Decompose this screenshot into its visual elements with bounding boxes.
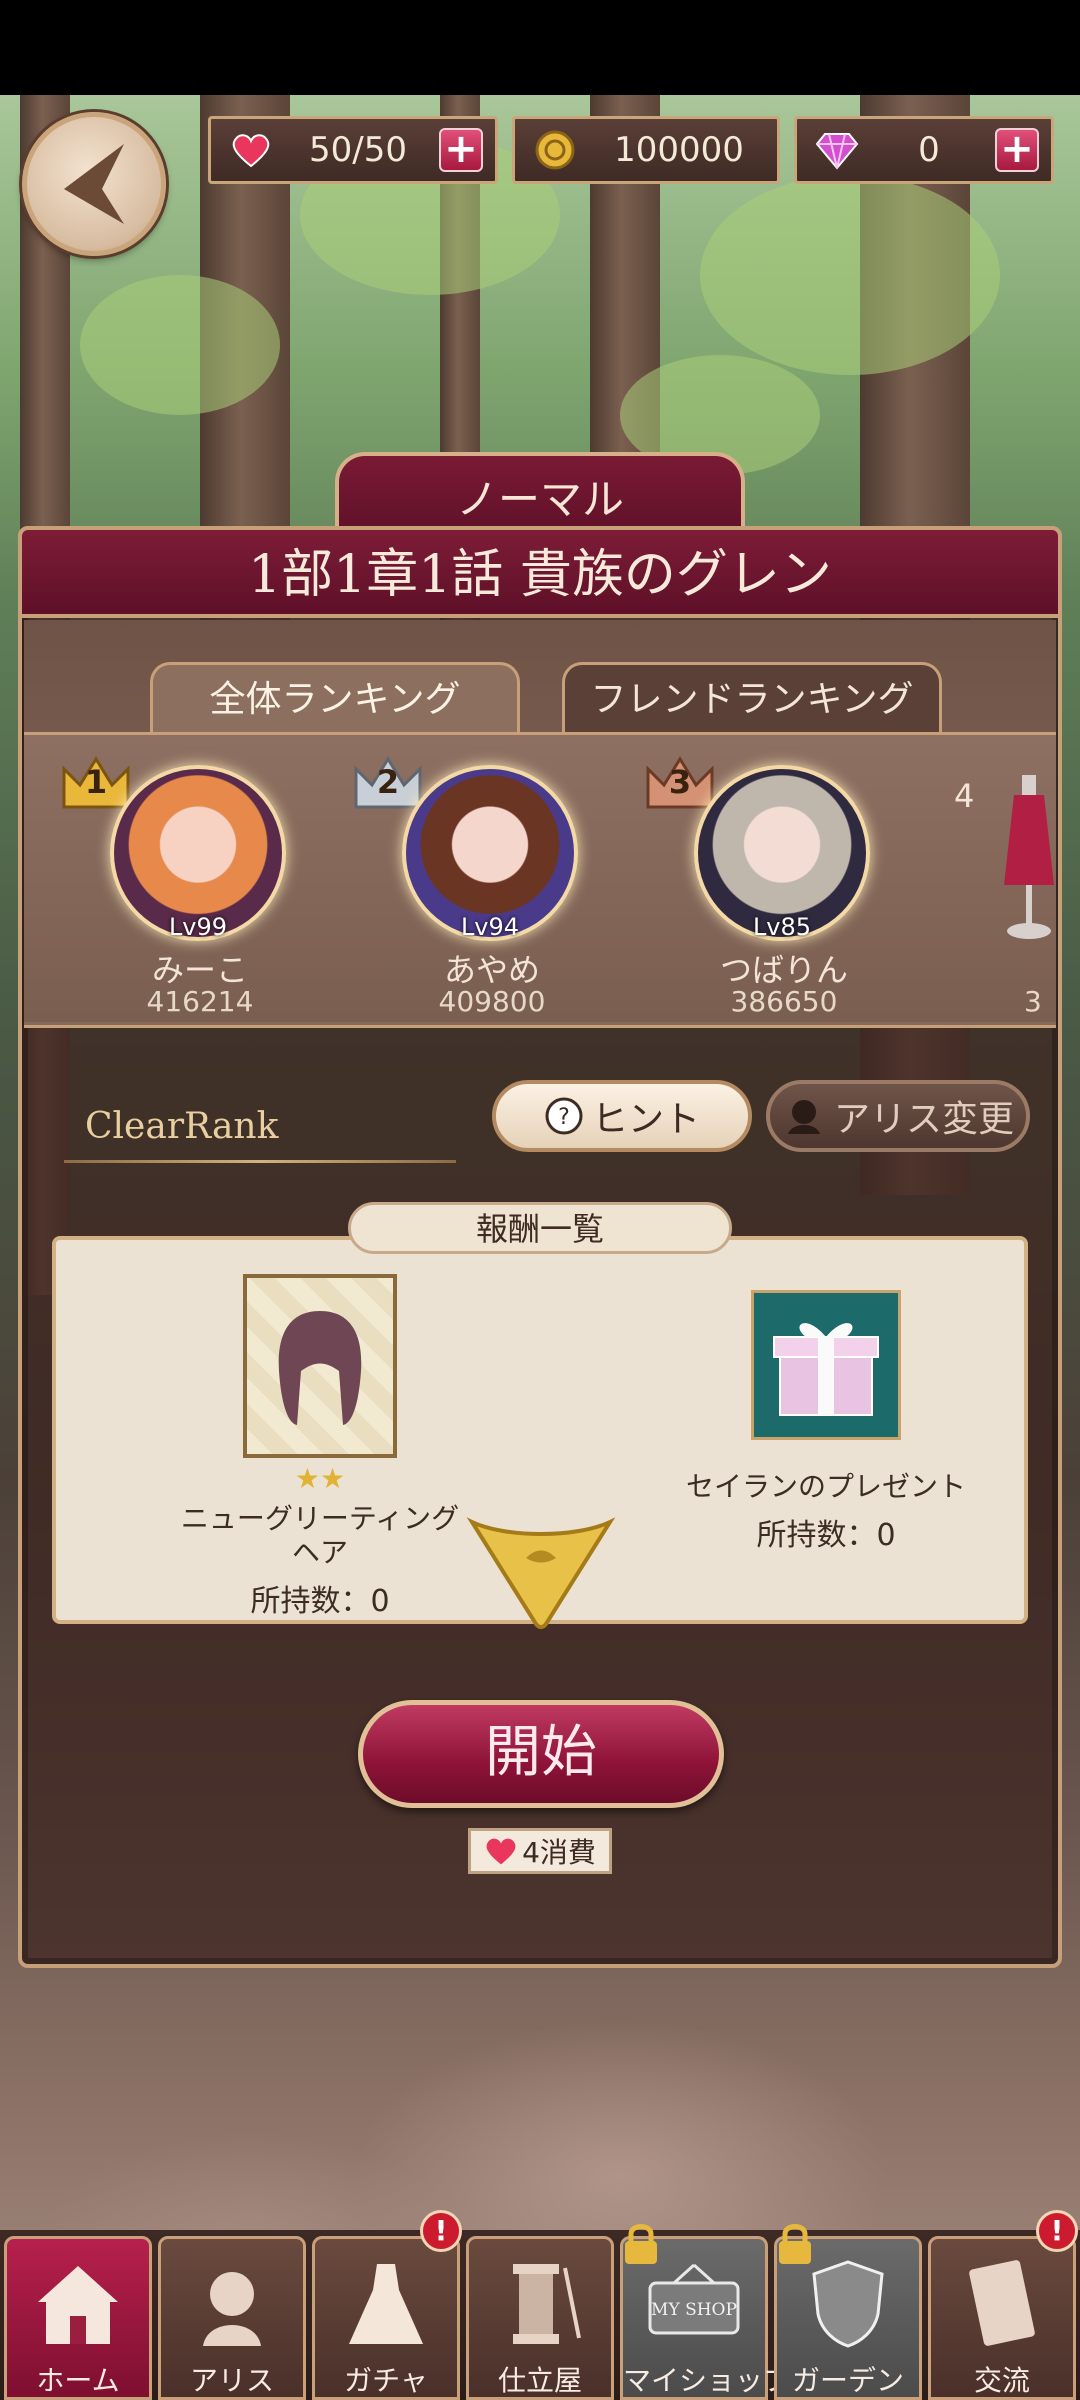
- shop-sign-icon: MY SHOP: [644, 2253, 744, 2353]
- nav-label: ホーム: [36, 2364, 120, 2397]
- hint-label: ヒント: [591, 1099, 700, 1140]
- reward-item[interactable]: セイランのプレゼント 所持数：0: [676, 1274, 976, 1554]
- nav-exchange[interactable]: 交流: [928, 2236, 1076, 2400]
- nav-label: ガチャ: [344, 2364, 428, 2397]
- nav-label: マイショップ: [623, 2364, 792, 2397]
- nav-gacha[interactable]: ガチャ: [312, 2236, 460, 2400]
- hint-button[interactable]: ? ヒント: [492, 1080, 752, 1152]
- alice-silhouette-icon: [787, 1100, 820, 1134]
- player-level: Lv99: [168, 913, 228, 941]
- ranking-entry[interactable]: 1 Lv99 みーこ 416214: [60, 735, 286, 1025]
- reward-owned-count: 所持数：0: [756, 1518, 896, 1553]
- gift-box-icon: [773, 1323, 879, 1416]
- coin-value: 100000: [614, 130, 744, 170]
- rarity-stars: ★★: [294, 1462, 346, 1495]
- gem-value: 0: [918, 130, 940, 170]
- add-stamina-button[interactable]: +: [439, 128, 483, 172]
- lock-icon: [625, 2224, 657, 2264]
- reward-name: セイランのプレゼント: [685, 1470, 966, 1503]
- reward-owned-count: 所持数：0: [250, 1584, 390, 1619]
- tab-overall-ranking[interactable]: 全体ランキング: [150, 662, 520, 734]
- reward-item[interactable]: ★★ ニューグリーティングヘア 所持数：0: [170, 1274, 470, 1620]
- svg-text:MY SHOP: MY SHOP: [651, 2300, 737, 2320]
- hair-item-thumbnail: [243, 1274, 397, 1458]
- alice-change-label: アリス変更: [833, 1099, 1014, 1140]
- clear-rank-divider: [64, 1160, 456, 1163]
- status-bar: [0, 0, 1080, 95]
- hair-icon: [278, 1311, 362, 1425]
- thread-spool-icon: [490, 2253, 590, 2353]
- nav-label: 交流: [973, 2364, 1030, 2397]
- rank-number: 4: [954, 777, 975, 815]
- present-item-thumbnail: [751, 1290, 901, 1440]
- nav-label: 仕立屋: [497, 2364, 582, 2397]
- ranking-list: 1 Lv99 みーこ 416214 2 Lv94 あやめ 409800 3 Lv…: [24, 732, 1056, 1022]
- shield-icon: [798, 2253, 898, 2353]
- player-level: Lv94: [460, 913, 520, 941]
- rewards-header: 報酬一覧: [348, 1202, 732, 1254]
- heart-icon: [486, 1838, 516, 1865]
- player-score: 409800: [438, 985, 546, 1018]
- nav-label: ガーデン: [791, 2364, 904, 2397]
- alice-icon: [182, 2253, 282, 2353]
- gacha-notification-badge: !: [420, 2210, 462, 2252]
- nav-tailor[interactable]: 仕立屋: [466, 2236, 614, 2400]
- reward-name: ニューグリーティングヘア: [180, 1502, 460, 1569]
- stamina-counter: 50/50 +: [208, 116, 498, 184]
- rank-number: 2: [376, 763, 400, 801]
- coin-counter: 100000: [512, 116, 780, 184]
- player-score: 3: [1024, 985, 1042, 1018]
- nav-home[interactable]: ホーム: [4, 2236, 152, 2400]
- rank-number: 3: [668, 763, 692, 801]
- player-score: 386650: [730, 985, 838, 1018]
- stage-title: 1部1章1話 貴族のグレン: [18, 526, 1062, 618]
- player-level: Lv85: [752, 913, 812, 941]
- player-score: 416214: [146, 985, 254, 1018]
- back-button[interactable]: [22, 112, 166, 256]
- nav-alice[interactable]: アリス: [158, 2236, 306, 2400]
- clear-rank-label: ClearRank: [85, 1106, 279, 1147]
- rank-number: 1: [84, 763, 108, 801]
- stamina-value: 50/50: [309, 130, 407, 170]
- ranking-entry[interactable]: 3 Lv85 つばりん 386650: [644, 735, 870, 1025]
- svg-text:?: ?: [558, 1105, 570, 1130]
- back-arrow-icon: [64, 144, 124, 224]
- coin-icon: [529, 124, 581, 176]
- alice-change-button[interactable]: アリス変更: [766, 1080, 1030, 1152]
- gem-counter: 0 +: [794, 116, 1054, 184]
- ranking-entry[interactable]: 2 Lv94 あやめ 409800: [352, 735, 578, 1025]
- ranking-entry[interactable]: 4 3: [954, 735, 1056, 1025]
- lock-icon: [779, 2224, 811, 2264]
- dress-icon: [336, 2253, 436, 2353]
- exchange-notification-badge: !: [1036, 2210, 1078, 2252]
- question-icon: ?: [545, 1097, 583, 1135]
- start-button[interactable]: 開始: [358, 1700, 724, 1808]
- house-icon: [28, 2253, 128, 2353]
- expand-arrow-icon[interactable]: [466, 1508, 616, 1630]
- dress-mannequin-icon: [1004, 775, 1054, 939]
- stamina-cost: 4消費: [468, 1828, 612, 1874]
- stamina-cost-label: 4消費: [522, 1836, 596, 1869]
- add-gem-button[interactable]: +: [995, 128, 1039, 172]
- card-book-icon: [952, 2253, 1052, 2353]
- heart-icon: [225, 124, 277, 176]
- tab-friend-ranking[interactable]: フレンドランキング: [562, 662, 942, 734]
- gem-icon: [811, 124, 863, 176]
- nav-label: アリス: [189, 2364, 274, 2397]
